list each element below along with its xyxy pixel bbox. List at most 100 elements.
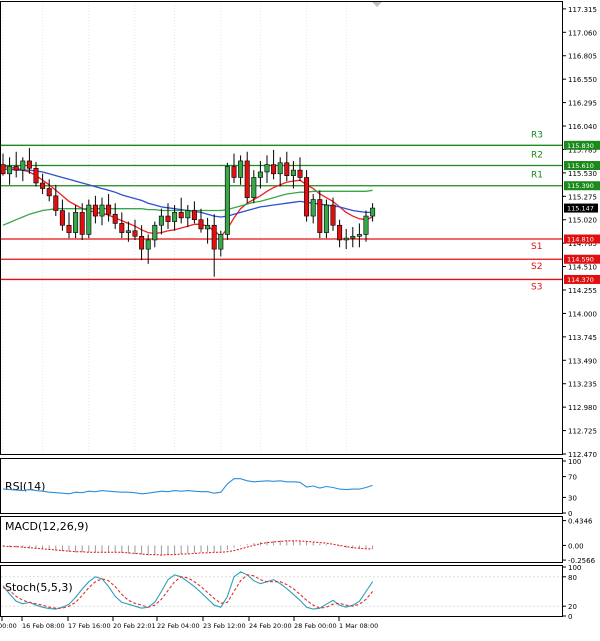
pane-tick-label: 70 xyxy=(568,474,577,482)
price-tick-label: 116.550 xyxy=(568,76,597,84)
candle-body-down xyxy=(271,165,275,174)
candle-body-up xyxy=(186,211,190,218)
candle-body-up xyxy=(100,205,104,216)
time-tick-label: 28 Feb 00:00 xyxy=(294,622,337,630)
candle-body-down xyxy=(337,225,341,240)
pane-tick-label: 20 xyxy=(568,603,577,611)
candle-body-up xyxy=(278,163,282,174)
candle-body-down xyxy=(60,211,64,226)
candle-body-down xyxy=(166,216,170,222)
price-tick-label: 117.315 xyxy=(568,6,597,14)
level-tag-text: 114.810 xyxy=(567,236,594,244)
level-label-s3: S3 xyxy=(531,282,542,292)
price-tick-label: 112.725 xyxy=(568,428,597,436)
candle-body-up xyxy=(87,205,91,234)
time-tick-label: 00:00 xyxy=(0,622,17,630)
stoch-pane-frame xyxy=(1,566,563,617)
candle-body-up xyxy=(159,216,163,225)
candle-body-down xyxy=(139,236,143,249)
time-tick-label: 23 Feb 12:00 xyxy=(203,622,246,630)
level-tags: 115.830115.610115.390114.810114.590114.3… xyxy=(564,141,600,284)
candle-body-up xyxy=(238,161,242,178)
candle xyxy=(324,200,328,239)
candle-body-down xyxy=(14,166,18,170)
price-tick-label: 112.980 xyxy=(568,404,597,412)
candle-body-up xyxy=(153,225,157,240)
candle-body-down xyxy=(27,161,31,168)
candle-body-up xyxy=(73,212,77,232)
candle-body-up xyxy=(344,238,348,240)
level-tag-text: 115.830 xyxy=(567,142,594,150)
candle-body-down xyxy=(133,231,137,237)
price-tick-label: 114.255 xyxy=(568,287,597,295)
candle-body-up xyxy=(205,225,209,229)
candle-body-down xyxy=(80,212,84,234)
candle-body-down xyxy=(285,163,289,176)
candle-body-down xyxy=(113,214,117,223)
candle-body-down xyxy=(298,170,302,177)
price-tick-label: 115.530 xyxy=(568,170,597,178)
candle-body-up xyxy=(258,172,262,178)
time-tick-label: 24 Feb 20:00 xyxy=(249,622,292,630)
candle xyxy=(87,200,91,239)
chart-root: R3 R2 R1 S1 S2 S3 117.315 117.060 116.805 116.55… xyxy=(0,0,600,637)
level-tag-text: 115.390 xyxy=(567,182,594,190)
candle-body-up xyxy=(351,236,355,238)
price-axis: 117.315117.060116.805116.550116.295116.0… xyxy=(562,6,597,459)
pane-tick-label: 0 xyxy=(568,613,572,621)
candle-body-up xyxy=(7,166,11,173)
time-tick-label: 16 Feb 08:00 xyxy=(22,622,65,630)
level-label-r1: R1 xyxy=(531,171,543,181)
level-label-s2: S2 xyxy=(531,262,542,272)
price-tick-label: 113.235 xyxy=(568,381,597,389)
pane-tick-label: 100 xyxy=(568,564,581,572)
candle-body-up xyxy=(172,212,176,221)
candle-body-down xyxy=(67,225,71,232)
price-tick-label: 115.020 xyxy=(568,217,597,225)
candle-body-down xyxy=(245,161,249,198)
candle-body-up xyxy=(370,208,374,216)
time-axis: 00:0016 Feb 08:0017 Feb 16:0020 Feb 22:0… xyxy=(0,617,378,630)
main-pane-frame xyxy=(1,2,563,455)
chart-canvas: R3 R2 R1 S1 S2 S3 117.315 117.060 116.805 116.55… xyxy=(0,0,600,637)
candle-body-up xyxy=(291,170,295,176)
candle xyxy=(225,163,229,240)
level-label-r2: R2 xyxy=(531,151,543,161)
price-tick-label: 116.040 xyxy=(568,123,597,131)
current-price-text: 115.147 xyxy=(567,205,594,213)
pane-tick-label: 80 xyxy=(568,574,577,582)
candle-body-down xyxy=(120,223,124,232)
candle-body-up xyxy=(126,231,130,233)
candle-body-down xyxy=(199,220,203,229)
level-tag-text: 114.370 xyxy=(567,276,594,284)
candle-body-up xyxy=(265,165,269,172)
macd-title: MACD(12,26,9) xyxy=(5,520,89,533)
candle-body-up xyxy=(311,200,315,217)
price-tick-label: 114.510 xyxy=(568,264,597,272)
candle-body-up xyxy=(225,166,229,234)
pane-tick-label: 0.00 xyxy=(568,542,584,550)
candle-body-up xyxy=(21,161,25,170)
candle-body-up xyxy=(364,216,368,234)
candle-body-down xyxy=(1,165,5,174)
pane-tick-label: 100 xyxy=(568,458,581,466)
time-tick-label: 1 Mar 08:00 xyxy=(339,622,378,630)
price-tick-label: 116.805 xyxy=(568,53,597,61)
level-label-s1: S1 xyxy=(531,242,542,252)
candle-body-down xyxy=(232,166,236,177)
candle-body-up xyxy=(324,205,328,233)
stoch-title: Stoch(5,5,3) xyxy=(5,581,73,594)
price-tick-label: 117.060 xyxy=(568,29,597,37)
candle-body-down xyxy=(93,205,97,216)
level-label-r3: R3 xyxy=(531,130,543,140)
candle-body-down xyxy=(54,196,58,211)
time-tick-label: 17 Feb 16:00 xyxy=(68,622,111,630)
candle-body-down xyxy=(318,200,322,233)
candle-body-up xyxy=(146,240,150,249)
time-tick-label: 22 Feb 04:00 xyxy=(157,622,200,630)
candle-body-down xyxy=(34,168,38,183)
candle-body-down xyxy=(40,183,44,189)
candle-body-down xyxy=(304,177,308,216)
level-tag-text: 115.610 xyxy=(567,162,594,170)
candle-body-down xyxy=(106,205,110,214)
